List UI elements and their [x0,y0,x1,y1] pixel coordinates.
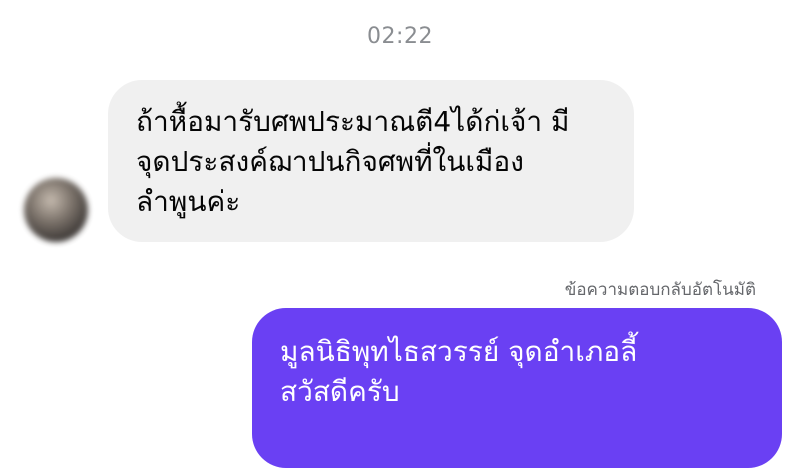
message-text-line: สวัสดีครับ [280,375,400,408]
message-text-line: ลำพูนค่ะ [136,185,241,218]
message-text-line: จุดประสงค์ฌาปนกิจศพที่ในเมือง [136,145,524,178]
auto-reply-label: ข้อความตอบกลับอัตโนมัติ [564,280,756,300]
sender-avatar[interactable] [24,178,88,242]
message-text-line: มูลนิธิพุทไธสวรรย์ จุดอำเภอลี้ [280,335,638,368]
message-text-line: ถ้าหื้อมารับศพประมาณตี4ได้ก่เจ้า มี [136,105,570,138]
outgoing-message-bubble[interactable]: มูลนิธิพุทไธสวรรย์ จุดอำเภอลี้ สวัสดีครั… [252,308,782,468]
message-timestamp: 02:22 [367,24,433,49]
incoming-message-bubble[interactable]: ถ้าหื้อมารับศพประมาณตี4ได้ก่เจ้า มี จุดป… [108,80,634,242]
